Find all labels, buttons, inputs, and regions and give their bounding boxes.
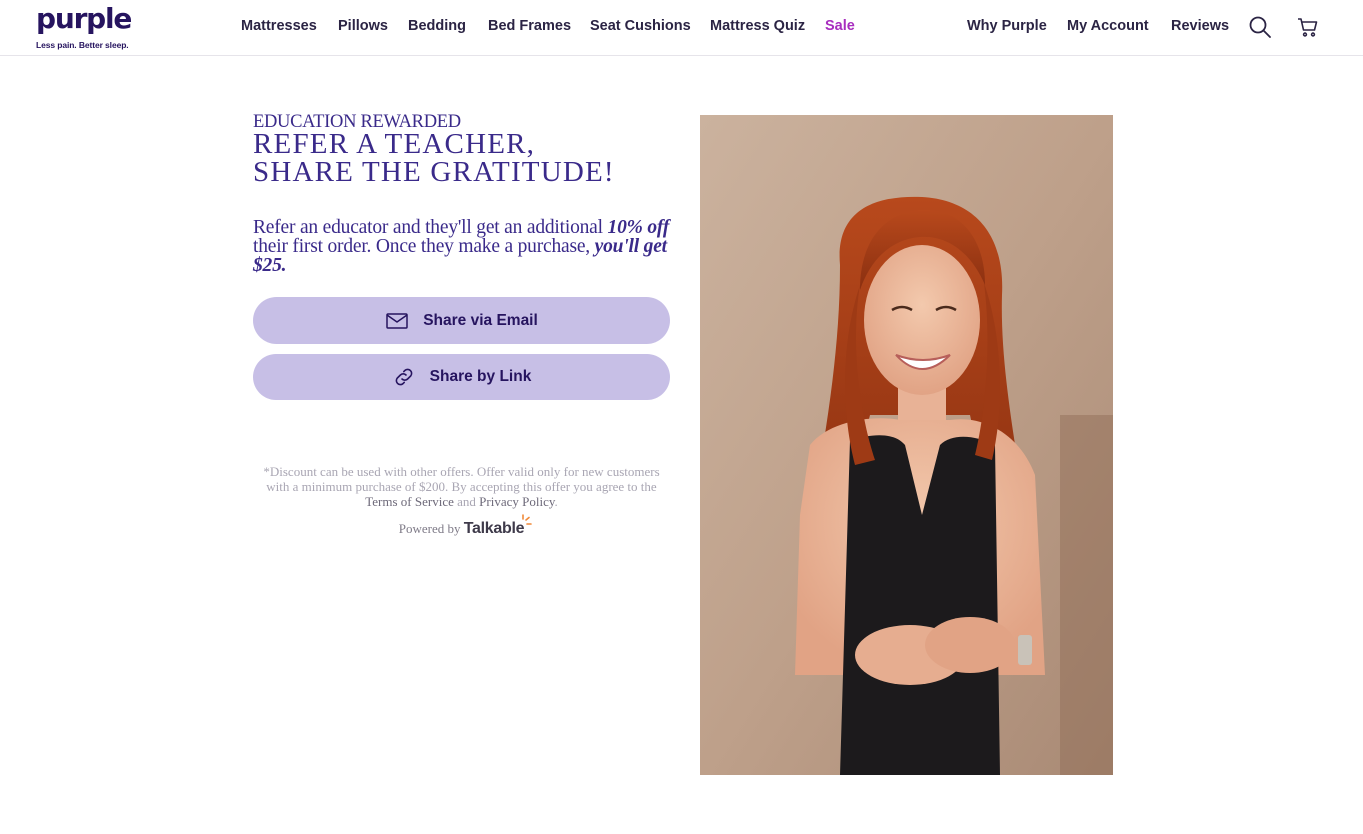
- nav-why-purple[interactable]: Why Purple: [967, 18, 1047, 34]
- nav-sale[interactable]: Sale: [825, 18, 855, 34]
- page-headline: REFER A TEACHER, SHARE THE GRATITUDE!: [253, 128, 615, 188]
- nav-reviews[interactable]: Reviews: [1171, 18, 1229, 34]
- nav-seat-cushions[interactable]: Seat Cushions: [590, 18, 691, 34]
- logo-tagline: Less pain. Better sleep.: [36, 40, 129, 50]
- purple-logo[interactable]: purple Less pain. Better sleep.: [36, 2, 136, 52]
- nav-mattresses[interactable]: Mattresses: [241, 18, 317, 34]
- nav-bedding[interactable]: Bedding: [408, 18, 466, 34]
- offer-text-1: Refer an educator and they'll get an add…: [253, 217, 603, 238]
- logo-wordmark: purple: [36, 2, 132, 35]
- disclaimer-text: *Discount can be used with other offers.…: [253, 464, 670, 509]
- share-email-label: Share via Email: [423, 311, 538, 329]
- headline-line-2: SHARE THE GRATITUDE!: [253, 156, 615, 188]
- offer-description: Refer an educator and they'll get an add…: [253, 217, 673, 276]
- nav-bed-frames[interactable]: Bed Frames: [488, 18, 571, 34]
- offer-reward-prefix: you'll get: [594, 236, 667, 257]
- share-link-label: Share by Link: [429, 368, 532, 385]
- share-link-button[interactable]: Share by Link: [253, 354, 670, 400]
- talkable-wordmark: Talkable: [463, 520, 525, 537]
- nav-mattress-quiz[interactable]: Mattress Quiz: [710, 18, 805, 34]
- privacy-policy-link[interactable]: Privacy Policy: [479, 494, 554, 509]
- site-header: purple Less pain. Better sleep. Mattress…: [0, 0, 1363, 56]
- disclaimer-period: .: [554, 494, 558, 509]
- mail-icon: [385, 309, 409, 333]
- offer-reward-amount: $25.: [253, 255, 287, 276]
- search-icon[interactable]: [1248, 15, 1272, 39]
- nav-pillows[interactable]: Pillows: [338, 18, 388, 34]
- link-icon: [392, 365, 416, 389]
- share-email-button[interactable]: Share via Email: [253, 297, 670, 344]
- spark-icon: [522, 514, 533, 525]
- disclaimer-body: *Discount can be used with other offers.…: [263, 464, 660, 494]
- powered-by-label: Powered by: [398, 521, 461, 536]
- talkable-logo[interactable]: Talkable: [463, 514, 533, 537]
- powered-by: Powered by Talkable: [253, 514, 670, 538]
- smiling-educator-photo: [700, 115, 1113, 775]
- headline-line-1: REFER A TEACHER,: [253, 128, 536, 160]
- nav-my-account[interactable]: My Account: [1067, 18, 1149, 34]
- terms-of-service-link[interactable]: Terms of Service: [365, 494, 454, 509]
- offer-discount: 10% off: [607, 217, 670, 238]
- cart-icon[interactable]: [1296, 15, 1320, 39]
- offer-text-2: their first order. Once they make a purc…: [253, 236, 590, 257]
- disclaimer-and: and: [457, 494, 476, 509]
